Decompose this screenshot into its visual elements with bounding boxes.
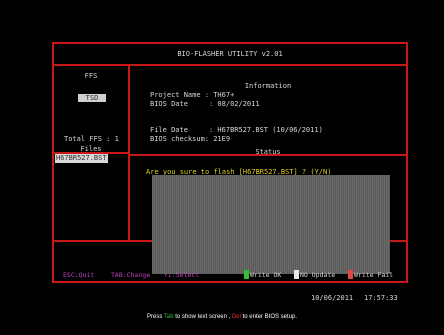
window-title: BIO-FLASHER UTILITY v2.01: [177, 50, 283, 58]
write-fail-label: Write Fail: [354, 271, 394, 279]
bios-checksum: BIOS checksum: 21E9: [150, 135, 231, 143]
files-header: Files: [80, 145, 102, 153]
footer-del-key: Del: [231, 314, 241, 320]
time-display: 17:57:33: [364, 294, 398, 302]
ffs-header: FFS: [84, 72, 98, 80]
file-date: File Date : H67BR527.BST (10/06/2011): [150, 126, 323, 134]
select-hint: ↑↓:Select: [164, 271, 200, 279]
no-update-label: NO Update: [300, 271, 336, 279]
esc-quit-hint: ESC:Quit: [63, 271, 95, 279]
information-header: Information: [244, 82, 292, 90]
title-divider: [54, 64, 406, 66]
date-display: 10/06/2011: [311, 294, 354, 302]
write-ok-swatch: [244, 270, 249, 279]
flasher-window: BIO-FLASHER UTILITY v2.01 FFS TSD Total …: [52, 42, 408, 283]
footer-tab-key: Tab: [163, 314, 174, 320]
ffs-tsd-button[interactable]: TSD: [78, 94, 106, 102]
write-ok-label: Write OK: [250, 271, 282, 279]
file-list-item[interactable]: H67BR527.BST: [55, 154, 108, 163]
tab-change-hint: TAB:Change: [111, 271, 151, 279]
total-ffs: Total FFS : 1: [64, 135, 119, 143]
no-update-swatch: [294, 270, 299, 279]
flash-progress-area: [152, 175, 390, 274]
status-header: Status: [255, 148, 281, 156]
footer-press: Press: [147, 314, 164, 320]
footer-instructions: Press Tab to show text screen , Del to e…: [0, 314, 444, 320]
project-name: Project Name : TH67+: [150, 91, 235, 99]
footer-mid: to show text screen ,: [173, 314, 232, 320]
footer-end: to enter BIOS setup.: [240, 314, 297, 320]
write-fail-swatch: [348, 270, 353, 279]
bios-date: BIOS Date : 08/02/2011: [150, 100, 260, 108]
